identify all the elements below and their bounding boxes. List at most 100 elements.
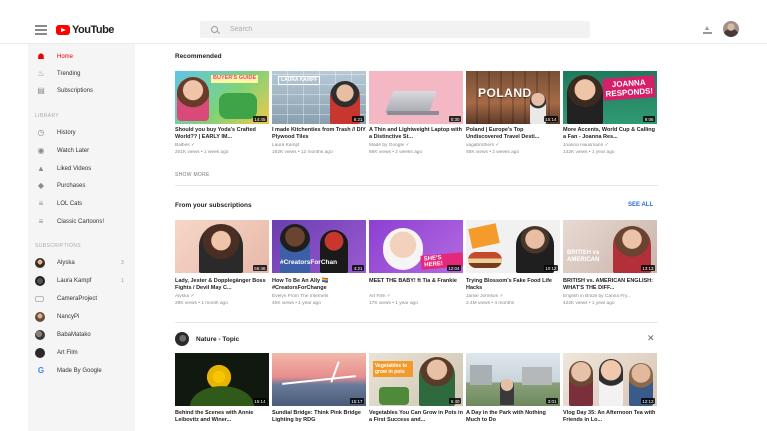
duration-badge: 13:13 — [640, 265, 655, 271]
duration-badge: 4:21 — [352, 265, 364, 271]
video-channel[interactable]: Laura Kampf — [272, 143, 366, 149]
video-channel[interactable]: Jamie Johnson ✓ — [466, 294, 560, 300]
video-title[interactable]: A Day in the Park with Nothing Much to D… — [466, 410, 560, 424]
google-icon: G — [37, 366, 45, 375]
video-title[interactable]: Should you buy Yoda's Crafted World?? | … — [175, 127, 269, 141]
flame-icon: ♨ — [37, 69, 45, 78]
video-channel[interactable]: Joanna Hausmann ✓ — [563, 143, 657, 149]
video-channel[interactable]: Balbes ✓ — [175, 143, 269, 149]
sidebar-sub-art-film[interactable]: Art Film — [28, 346, 135, 360]
leaves-image — [185, 383, 259, 406]
creator-figure — [199, 224, 243, 273]
game-art — [219, 93, 257, 119]
sidebar-sub-laura-kampf[interactable]: Laura Kampf 1 — [28, 274, 135, 288]
video-title[interactable]: I made Kitchenties from Trash // DIY Ply… — [272, 127, 366, 141]
video-thumbnail[interactable]: 12:12 — [563, 353, 657, 406]
clock-icon: ◉ — [37, 146, 45, 155]
video-thumbnail[interactable]: 15:17 — [272, 353, 366, 406]
upload-icon[interactable] — [703, 26, 712, 34]
video-title[interactable]: Trying Blossom's Fake Food Life Hacks — [466, 278, 560, 292]
sidebar-item-label: Subscriptions — [57, 88, 94, 94]
video-thumbnail[interactable]: BRITISH vs AMERICAN 13:13 — [563, 220, 657, 273]
duration-badge: 6:40 — [449, 398, 461, 404]
section-title-recommended: Recommended — [175, 53, 222, 60]
person-figure — [569, 361, 593, 406]
show-more-button[interactable]: SHOW MORE — [175, 172, 210, 178]
sidebar-item-purchases[interactable]: ◆ Purchases — [28, 179, 135, 193]
video-title[interactable]: MEET THE BABY! ft Tia & Frankie — [369, 278, 463, 285]
video-thumbnail[interactable]: 15:14 — [175, 353, 269, 406]
video-channel[interactable]: Evelyn From The Internets — [272, 294, 366, 300]
channel-avatar — [35, 276, 45, 286]
sidebar: ☗ Home ♨ Trending ▤ Subscriptions LIBRAR… — [28, 44, 135, 431]
video-thumbnail[interactable]: 3:01 — [466, 353, 560, 406]
search-input[interactable] — [230, 26, 530, 33]
thumbnail-text: LAURA KAMPF — [278, 76, 321, 85]
sidebar-item-classic-cartoons[interactable]: ≡ Classic Cartoons! — [28, 215, 135, 229]
video-meta: 56K views • 2 weeks ago — [466, 150, 520, 155]
see-all-link[interactable]: SEE ALL — [628, 202, 653, 208]
video-meta: 142K views • 1 year ago — [563, 150, 615, 155]
video-channel[interactable]: vagabrothers ✓ — [466, 143, 560, 149]
sidebar-sub-nancypi[interactable]: NancyPi — [28, 310, 135, 324]
close-icon[interactable]: ✕ — [647, 334, 655, 343]
video-title[interactable]: BRITISH vs. AMERICAN ENGLISH: WHAT'S THE… — [563, 278, 657, 292]
sidebar-item-home[interactable]: ☗ Home — [28, 50, 135, 64]
video-title[interactable]: Lady, Jester & Dopplegänger Boss Fights … — [175, 278, 269, 292]
video-title[interactable]: Vegetables You Can Grow in Pots in a Fir… — [369, 410, 463, 424]
channel-avatar — [35, 312, 45, 322]
thumbs-up-icon: ▲ — [37, 164, 45, 173]
video-title[interactable]: Behind the Scenes with Annie Leibovitz a… — [175, 410, 269, 424]
video-thumbnail[interactable]: BUYER'S GUIDE 14:45 — [175, 71, 269, 124]
channel-avatar — [35, 348, 45, 358]
video-thumbnail[interactable]: Vegetables to grow in pots 6:40 — [369, 353, 463, 406]
unread-count: 1 — [121, 278, 124, 284]
creator-figure — [567, 75, 603, 124]
video-channel[interactable]: English in Brazil by Carina Fry... — [563, 294, 657, 300]
sidebar-sub-cameraproject[interactable]: CameraProject — [28, 292, 135, 306]
video-thumbnail[interactable]: SHE'S HERE! 12:04 — [369, 220, 463, 273]
video-title[interactable]: Sundial Bridge: Think Pink Bridge Lighti… — [272, 410, 366, 424]
video-thumbnail[interactable]: 0:30 — [369, 71, 463, 124]
video-thumbnail[interactable]: 10:12 — [466, 220, 560, 273]
video-thumbnail[interactable]: 56:46 — [175, 220, 269, 273]
youtube-logo[interactable]: YouTube — [56, 24, 114, 36]
video-title[interactable]: More Accents, World Cup & Calling a Fan … — [563, 127, 657, 141]
video-thumbnail[interactable]: POLAND 15:14 — [466, 71, 560, 124]
duration-badge: 12:04 — [446, 265, 461, 271]
menu-icon[interactable] — [35, 25, 47, 35]
sidebar-sub-made-by-google[interactable]: G Made By Google — [28, 364, 135, 378]
sidebar-sub-alyska[interactable]: Alyska 3 — [28, 256, 135, 270]
section-title-topic[interactable]: Nature - Topic — [196, 336, 239, 343]
video-channel[interactable]: Made by Google ✓ — [369, 143, 463, 149]
video-thumbnail[interactable]: JOANNA RESPONDS! 9:06 — [563, 71, 657, 124]
sidebar-item-subscriptions[interactable]: ▤ Subscriptions — [28, 84, 135, 98]
sidebar-item-label: Made By Google — [57, 368, 102, 374]
video-meta: 40K views • 1 year ago — [272, 301, 321, 306]
account-avatar[interactable] — [723, 21, 739, 37]
video-channel[interactable]: Art Film ✓ — [369, 294, 463, 300]
topic-avatar[interactable] — [175, 332, 189, 346]
duration-badge: 0:30 — [449, 116, 461, 122]
sidebar-item-watch-later[interactable]: ◉ Watch Later — [28, 144, 135, 158]
sidebar-item-liked-videos[interactable]: ▲ Liked Videos — [28, 162, 135, 176]
sidebar-item-lol-cats[interactable]: ≡ LOL Cats — [28, 197, 135, 211]
video-thumbnail[interactable]: #CreatorsForChan 4:21 — [272, 220, 366, 273]
search-bar[interactable] — [200, 21, 590, 38]
sidebar-sub-babamatako[interactable]: BabaMatako — [28, 328, 135, 342]
video-title[interactable]: Poland | Europe's Top Undiscovered Trave… — [466, 127, 560, 141]
sidebar-item-trending[interactable]: ♨ Trending — [28, 67, 135, 81]
section-title-subscriptions: From your subscriptions — [175, 202, 252, 209]
subscriptions-heading: SUBSCRIPTIONS — [35, 243, 82, 249]
section-divider — [175, 322, 658, 323]
video-title[interactable]: Vlog Day 35: An Afternoon Tea with Frien… — [563, 410, 657, 424]
top-bar: YouTube — [0, 0, 767, 44]
video-title[interactable]: A Thin and Lightweight Laptop with a Dis… — [369, 127, 463, 141]
search-icon[interactable] — [211, 26, 218, 33]
video-title[interactable]: How To Be An Ally 🏳️‍🌈 #CreatorsForChang… — [272, 278, 366, 292]
duration-badge: 15:17 — [349, 398, 364, 404]
video-thumbnail[interactable]: LAURA KAMPF 6:21 — [272, 71, 366, 124]
sidebar-item-history[interactable]: ◷ History — [28, 126, 135, 140]
video-channel[interactable]: Alyska ✓ — [175, 294, 269, 300]
building-image — [522, 367, 552, 385]
